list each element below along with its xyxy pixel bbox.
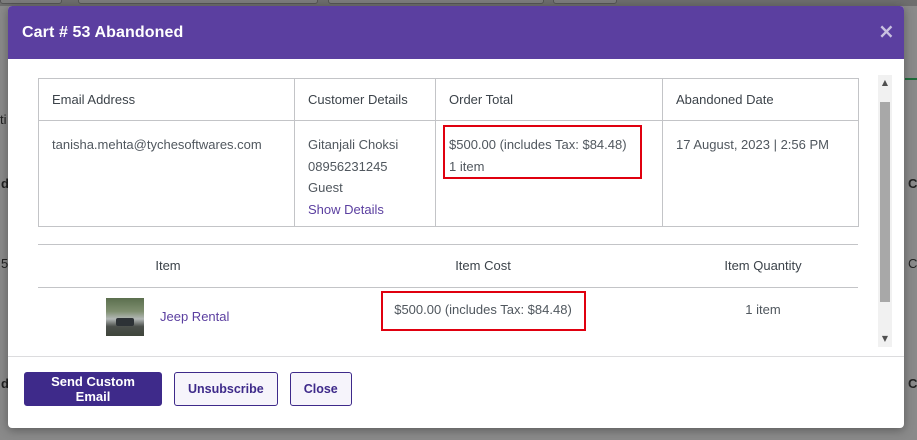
order-total-cell: $500.00 (includes Tax: $84.48) 1 item [435,120,663,227]
background-edge-text: C [908,176,917,191]
order-item-count: 1 item [449,158,485,174]
table-row: tanisha.mehta@tychesoftwares.com Gitanja… [38,120,859,227]
cart-items-table: Item Item Cost Item Quantity Jeep Rental… [38,245,858,345]
product-thumbnail [106,297,144,336]
scrollbar-thumb[interactable] [880,102,890,302]
background-edge-text: ti [0,112,7,127]
scroll-down-arrow-icon[interactable]: ▼ [878,333,892,345]
close-icon[interactable]: × [878,21,895,41]
item-cell: Jeep Rental [38,287,298,345]
show-details-link[interactable]: Show Details [308,199,422,221]
column-header-customer: Customer Details [294,78,436,121]
background-edge-text: C [908,256,917,271]
modal-body: Email Address Customer Details Order Tot… [8,59,904,357]
modal-footer: Send Custom Email Unsubscribe Close [8,358,904,428]
modal-content: Email Address Customer Details Order Tot… [38,78,859,336]
order-total-value: $500.00 (includes Tax: $84.48) [449,137,627,152]
cart-details-table: Email Address Customer Details Order Tot… [38,78,859,227]
email-value: tanisha.mehta@tychesoftwares.com [52,137,262,152]
background-accent-line [905,78,917,80]
abandoned-date-cell: 17 August, 2023 | 2:56 PM [662,120,859,227]
abandoned-date-value: 17 August, 2023 | 2:56 PM [676,137,829,152]
customer-cell: Gitanjali Choksi 08956231245 Guest Show … [294,120,436,227]
column-header-item-quantity: Item Quantity [668,245,858,288]
modal-header: Cart # 53 Abandoned × [8,6,904,59]
unsubscribe-button[interactable]: Unsubscribe [174,372,278,406]
email-cell: tanisha.mehta@tychesoftwares.com [38,120,295,227]
table-header-row: Item Item Cost Item Quantity [38,245,858,288]
item-cost-cell: $500.00 (includes Tax: $84.48) [298,287,668,345]
vertical-scrollbar[interactable]: ▲ ▼ [878,75,892,347]
table-header-row: Email Address Customer Details Order Tot… [38,78,859,121]
customer-type: Guest [308,180,343,195]
column-header-item-cost: Item Cost [298,245,668,288]
modal-title: Cart # 53 Abandoned [22,23,184,41]
background-edge-text: C [908,376,917,391]
column-header-item: Item [38,245,298,288]
product-name-link[interactable]: Jeep Rental [160,309,229,324]
table-row: Jeep Rental $500.00 (includes Tax: $84.4… [38,287,858,345]
item-quantity-cell: 1 item [668,287,858,345]
customer-name: Gitanjali Choksi [308,137,399,152]
column-header-abandoned-date: Abandoned Date [662,78,859,121]
cart-details-modal: Cart # 53 Abandoned × Email Address Cust… [8,6,904,428]
column-header-order-total: Order Total [435,78,663,121]
send-custom-email-button[interactable]: Send Custom Email [24,372,162,406]
column-header-email: Email Address [38,78,295,121]
scroll-up-arrow-icon[interactable]: ▲ [878,77,892,89]
customer-phone: 08956231245 [308,158,388,174]
item-cost-value: $500.00 (includes Tax: $84.48) [394,301,572,317]
item-quantity-value: 1 item [745,301,781,317]
close-button[interactable]: Close [289,372,352,406]
cart-items-section: Item Item Cost Item Quantity Jeep Rental… [38,244,858,345]
